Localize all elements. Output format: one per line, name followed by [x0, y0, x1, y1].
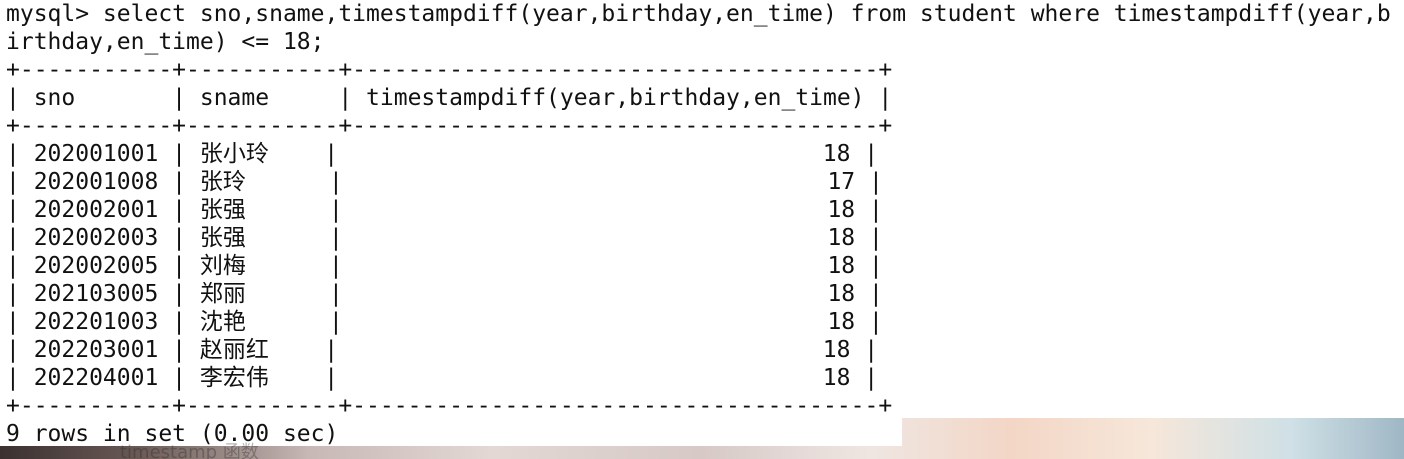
table-border-bottom: +-----------+-----------+---------------… [6, 393, 893, 419]
table-row: | 202201003 | 沈艳 | 18 | [6, 309, 883, 335]
query-line-2: irthday,en_time) <= 18; [6, 29, 325, 55]
table-row: | 202001008 | 张玲 | 17 | [6, 169, 883, 195]
table-border-top: +-----------+-----------+---------------… [6, 57, 893, 83]
table-row: | 202001001 | 张小玲 | 18 | [6, 141, 879, 167]
query-line-1: mysql> select sno,sname,timestampdiff(ye… [6, 1, 1391, 27]
table-row: | 202002005 | 刘梅 | 18 | [6, 253, 883, 279]
table-row: | 202002001 | 张强 | 18 | [6, 197, 883, 223]
table-header: | sno | sname | timestampdiff(year,birth… [6, 85, 893, 111]
table-row: | 202203001 | 赵丽红 | 18 | [6, 337, 879, 363]
table-border-mid: +-----------+-----------+---------------… [6, 113, 893, 139]
table-row: | 202002003 | 张强 | 18 | [6, 225, 883, 251]
desktop-wallpaper: timestamp 函数 [0, 418, 1404, 459]
ghost-text: timestamp 函数 [120, 442, 259, 459]
mysql-console[interactable]: mysql> select sno,sname,timestampdiff(ye… [0, 0, 1404, 459]
table-row: | 202204001 | 李宏伟 | 18 | [6, 365, 879, 391]
table-row: | 202103005 | 郑丽 | 18 | [6, 281, 883, 307]
